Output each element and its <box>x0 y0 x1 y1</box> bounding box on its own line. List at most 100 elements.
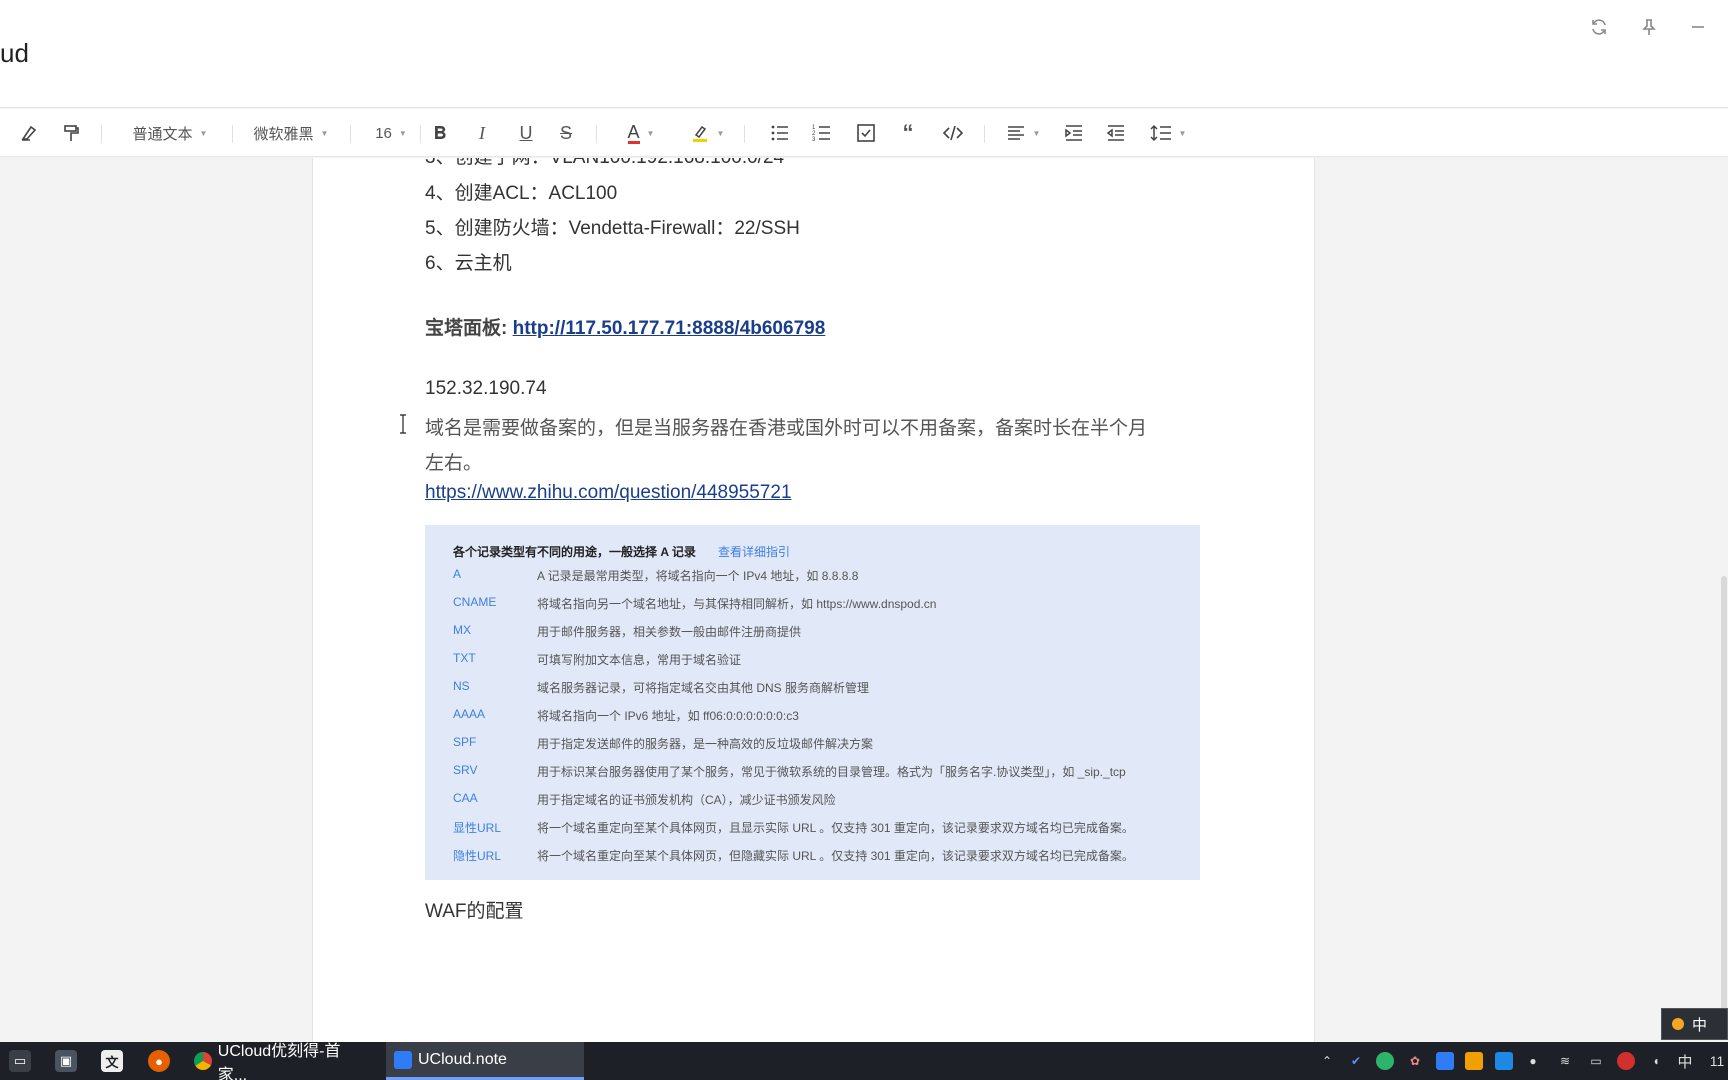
indent-increase-icon[interactable] <box>1060 117 1088 149</box>
record-type: NS <box>453 679 470 693</box>
record-type: CNAME <box>453 595 497 609</box>
ime-status-icon <box>1672 1018 1684 1030</box>
firefox-icon[interactable]: ● <box>148 1050 170 1072</box>
zhihu-link[interactable]: https://www.zhihu.com/question/448955721 <box>425 482 792 504</box>
panel-line[interactable]: 宝塔面板: http://117.50.177.71:8888/4b606798 <box>425 313 825 340</box>
dns-record-image[interactable]: 各个记录类型有不同的用途，一般选择 A 记录 查看详细指引 A A 记录是最常用… <box>425 525 1200 880</box>
record-desc: A 记录是最常用类型，将域名指向一个 IPv4 地址，如 8.8.8.8 <box>537 569 859 583</box>
dns-guide-link: 查看详细指引 <box>718 545 791 559</box>
record-desc: 将域名指向另一个域名地址，与其保持相同解析，如 https://www.dnsp… <box>537 597 937 611</box>
note-line-2[interactable]: 左右。 <box>425 448 482 475</box>
toolbar-divider <box>232 125 233 143</box>
checklist-icon[interactable] <box>852 117 880 149</box>
battery-icon[interactable]: ▭ <box>1587 1052 1605 1070</box>
record-desc: 将域名指向一个 IPv6 地址，如 ff06:0:0:0:0:0:0:c3 <box>537 709 799 723</box>
check-icon[interactable]: ✔ <box>1347 1052 1365 1070</box>
chevron-up-icon[interactable]: ⌃ <box>1318 1052 1336 1070</box>
panel-link[interactable]: http://117.50.177.71:8888/4b606798 <box>513 318 826 339</box>
indent-decrease-icon[interactable] <box>1102 117 1130 149</box>
taskbar-app-note[interactable]: UCloud.note <box>386 1042 584 1080</box>
note-line-1[interactable]: 域名是需要做备案的，但是当服务器在香港或国外时可以不用备案，备案时长在半个月 <box>425 413 1147 440</box>
list-item-firewall[interactable]: 5、创建防火墙：Vendetta-Firewall：22/SSH <box>425 213 800 240</box>
screenshot-icon[interactable]: ▣ <box>55 1050 77 1072</box>
line-height-icon[interactable]: ▼ <box>1146 117 1190 149</box>
font-family-select[interactable]: 微软雅黑 ▼ <box>248 117 334 149</box>
volume-icon[interactable]: ◖ <box>1647 1052 1665 1070</box>
toolbar-divider <box>596 125 597 143</box>
chrome-icon <box>194 1052 212 1070</box>
shield-icon[interactable] <box>1465 1052 1483 1070</box>
quote-icon[interactable]: “ <box>894 117 922 149</box>
record-type: SRV <box>453 763 478 777</box>
dns-image-title: 各个记录类型有不同的用途，一般选择 A 记录 <box>453 545 696 559</box>
record-type: CAA <box>453 791 478 805</box>
antivirus-icon[interactable] <box>1617 1052 1635 1070</box>
document-title[interactable]: ud <box>0 38 29 69</box>
record-desc: 用于指定域名的证书颁发机构（CA），减少证书颁发风险 <box>537 793 836 807</box>
svg-text:3: 3 <box>812 137 816 143</box>
font-family-value: 微软雅黑 <box>253 125 314 143</box>
chevron-down-icon: ▼ <box>716 128 725 138</box>
waf-heading[interactable]: WAF的配置 <box>425 896 524 923</box>
record-type: A <box>453 567 462 581</box>
scrollbar-thumb[interactable] <box>1721 576 1727 1036</box>
chevron-down-icon: ▼ <box>199 128 208 138</box>
list-item-acl[interactable]: 4、创建ACL：ACL100 <box>425 178 617 205</box>
minimize-icon[interactable] <box>1683 12 1713 42</box>
toolbar-divider <box>420 125 421 143</box>
terminal-icon[interactable]: ▭ <box>9 1050 31 1072</box>
font-size-select[interactable]: 16 ▼ <box>368 117 414 149</box>
eraser-icon[interactable] <box>14 117 44 149</box>
italic-icon[interactable]: I <box>468 117 496 149</box>
note-tray-icon[interactable] <box>1436 1052 1454 1070</box>
taskbar-app-label: UCloud优刻得-首家... <box>217 1043 341 1080</box>
list-item-host[interactable]: 6、云主机 <box>425 248 512 275</box>
panel-label: 宝塔面板: <box>425 318 513 339</box>
sync-icon[interactable] <box>1584 12 1614 42</box>
taskbar-app-label: UCloud.note <box>418 1050 507 1068</box>
strikethrough-icon[interactable]: S <box>552 117 580 149</box>
font-color-icon[interactable]: A ▼ <box>618 117 664 149</box>
list-item-subnet[interactable]: 3、创建子网：VLAN100:192.168.100.0/24 <box>425 158 784 169</box>
taskbar-app-chrome[interactable]: UCloud优刻得-首家... <box>186 1042 368 1080</box>
wifi-icon[interactable]: ≋ <box>1556 1052 1574 1070</box>
record-type: MX <box>453 623 471 637</box>
code-icon[interactable] <box>938 117 968 149</box>
clock[interactable]: 11 <box>1706 1052 1728 1070</box>
align-icon[interactable]: ▼ <box>1002 117 1044 149</box>
toolbar-divider <box>101 125 102 143</box>
highlight-color-icon[interactable]: ▼ <box>684 117 730 149</box>
record-type: TXT <box>453 651 476 665</box>
record-desc: 域名服务器记录，可将指定域名交由其他 DNS 服务商解析管理 <box>537 681 870 695</box>
title-bar: ud <box>0 0 1728 108</box>
ime-popup[interactable]: 中 <box>1661 1008 1728 1040</box>
record-type: 隐性URL <box>453 849 502 863</box>
paragraph-style-value: 普通文本 <box>132 125 193 143</box>
paragraph-style-select[interactable]: 普通文本 ▼ <box>120 117 220 149</box>
wechat-icon[interactable] <box>1376 1052 1394 1070</box>
chevron-down-icon: ▼ <box>1178 128 1187 138</box>
pin-icon[interactable] <box>1634 12 1664 42</box>
font-size-value: 16 <box>375 124 392 142</box>
record-desc: 将一个域名重定向至某个具体网页，但隐藏实际 URL 。仅支持 301 重定向，该… <box>537 849 1134 863</box>
ime-indicator[interactable]: 中 <box>1676 1052 1694 1071</box>
format-toolbar: 普通文本 ▼ 微软雅黑 ▼ 16 ▼ 𝐁 I U S A ▼ ▼ 123 “ ▼ ▼ <box>0 109 1728 157</box>
screen-icon[interactable] <box>1495 1052 1513 1070</box>
record-desc: 用于标识某台服务器使用了某个服务，常见于微软系统的目录管理。格式为「服务名字.协… <box>537 765 1126 779</box>
chevron-down-icon: ▼ <box>398 128 407 138</box>
chevron-down-icon: ▼ <box>320 128 329 138</box>
bold-icon[interactable]: 𝐁 <box>426 117 454 149</box>
note-icon <box>394 1050 412 1069</box>
format-painter-icon[interactable] <box>56 117 86 149</box>
bullet-list-icon[interactable] <box>766 117 794 149</box>
wps-icon[interactable]: 文 <box>101 1050 123 1072</box>
text-cursor-icon <box>398 414 408 434</box>
settings-icon[interactable]: ✿ <box>1406 1052 1424 1070</box>
chevron-down-icon: ▼ <box>646 128 655 138</box>
underline-icon[interactable]: U <box>512 117 540 149</box>
microphone-icon[interactable]: ● <box>1524 1052 1542 1070</box>
record-desc: 用于邮件服务器，相关参数一般由邮件注册商提供 <box>537 625 802 639</box>
ip-address[interactable]: 152.32.190.74 <box>425 378 547 400</box>
numbered-list-icon[interactable]: 123 <box>808 117 836 149</box>
toolbar-divider <box>350 125 351 143</box>
